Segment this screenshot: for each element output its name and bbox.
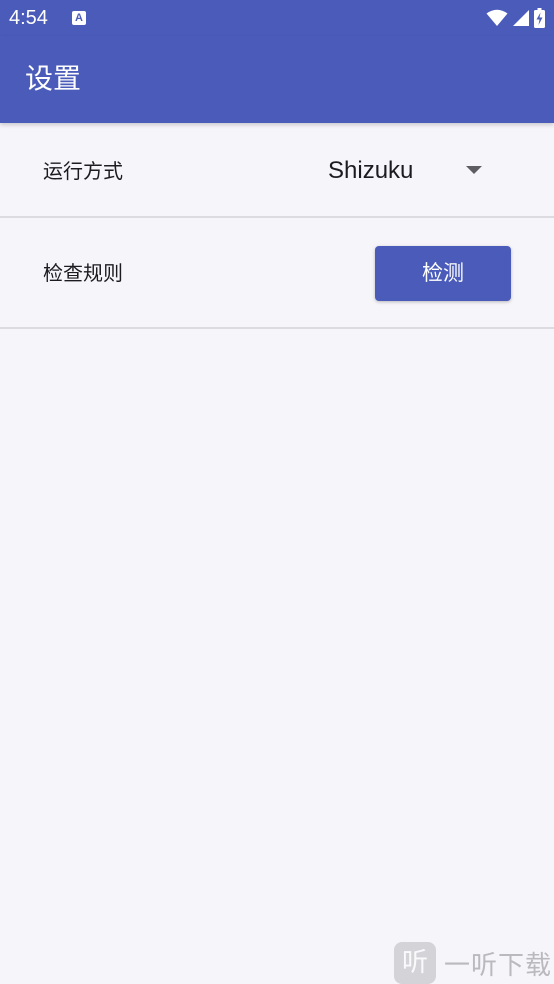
status-icons bbox=[486, 8, 545, 28]
check-rules-label: 检查规则 bbox=[43, 261, 123, 285]
watermark: 听 一听下载 bbox=[394, 942, 552, 984]
run-mode-selected-value: Shizuku bbox=[328, 157, 414, 184]
signal-icon bbox=[513, 10, 529, 26]
run-mode-label: 运行方式 bbox=[43, 159, 123, 183]
battery-charging-icon bbox=[534, 8, 545, 28]
notification-icon: A bbox=[72, 11, 86, 25]
watermark-text: 一听下载 bbox=[444, 950, 553, 981]
setting-row-run-mode: 运行方式 Shizuku bbox=[0, 123, 554, 218]
check-button[interactable]: 检测 bbox=[375, 246, 511, 301]
app-bar: 设置 bbox=[0, 36, 554, 123]
watermark-logo: 听 bbox=[394, 942, 436, 984]
wifi-icon bbox=[486, 9, 508, 26]
setting-row-check-rules: 检查规则 检测 bbox=[0, 218, 554, 329]
status-time: 4:54 bbox=[9, 7, 48, 29]
run-mode-dropdown[interactable]: Shizuku bbox=[310, 149, 510, 193]
status-bar: 4:54 A bbox=[0, 0, 554, 36]
page-title: 设置 bbox=[25, 62, 82, 95]
dropdown-arrow-icon bbox=[466, 166, 482, 174]
